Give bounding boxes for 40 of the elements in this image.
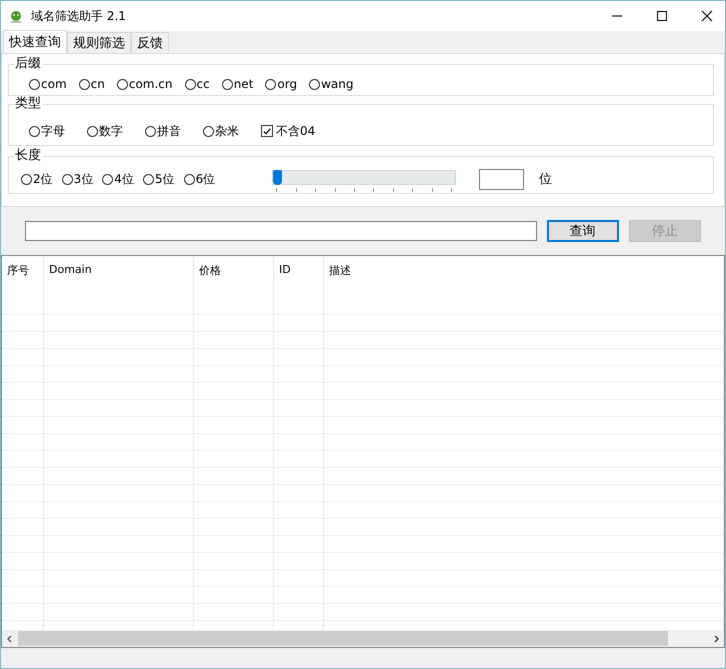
column-header[interactable]: 序号	[7, 264, 29, 277]
radio-button[interactable]: 拼音	[145, 122, 181, 140]
check-icon	[262, 126, 272, 136]
radio-button[interactable]: 字母	[29, 122, 65, 140]
group-title: 类型	[15, 96, 43, 111]
radio-button[interactable]: 杂米	[203, 122, 239, 140]
column-header[interactable]: Domain	[49, 263, 92, 276]
radio-button[interactable]: com	[29, 77, 67, 91]
radio-button[interactable]: 4位	[102, 170, 134, 188]
slider-thumb[interactable]	[273, 170, 282, 185]
tab[interactable]: 快速查询	[3, 30, 67, 53]
column-header[interactable]: 描述	[329, 264, 351, 277]
column-header[interactable]: 价格	[199, 264, 221, 277]
column-header[interactable]: ID	[279, 263, 291, 276]
search-field[interactable]	[25, 221, 536, 241]
group-title: 长度	[15, 148, 43, 163]
radio-button[interactable]: com.cn	[116, 77, 172, 91]
radio-button[interactable]: org	[265, 77, 298, 91]
radio-button[interactable]: 2位	[21, 170, 53, 188]
window-title: 域名筛选助手 2.1	[31, 8, 126, 24]
bug-icon	[9, 9, 23, 23]
tab[interactable]: 反馈	[131, 32, 169, 53]
checkbox[interactable]: 不含04	[261, 122, 316, 140]
radio-button[interactable]: cc	[184, 77, 210, 91]
unit-label: 位	[539, 171, 552, 188]
close-icon[interactable]	[701, 10, 713, 22]
radio-button[interactable]: net	[222, 77, 254, 91]
maximize-icon[interactable]	[656, 10, 668, 22]
length-field[interactable]	[479, 168, 524, 190]
query-button[interactable]: 查询	[546, 220, 619, 242]
scrollbar-thumb[interactable]	[18, 631, 668, 646]
radio-button[interactable]: 5位	[142, 170, 175, 188]
radio-button[interactable]: wang	[309, 77, 354, 91]
radio-button[interactable]: cn	[78, 77, 105, 91]
tab[interactable]: 规则筛选	[67, 32, 131, 53]
radio-button[interactable]: 数字	[87, 122, 123, 140]
radio-button[interactable]: 3位	[62, 170, 94, 188]
slider-track[interactable]	[272, 170, 456, 185]
radio-button[interactable]: 6位	[184, 170, 216, 188]
group-title: 后缀	[15, 56, 43, 71]
